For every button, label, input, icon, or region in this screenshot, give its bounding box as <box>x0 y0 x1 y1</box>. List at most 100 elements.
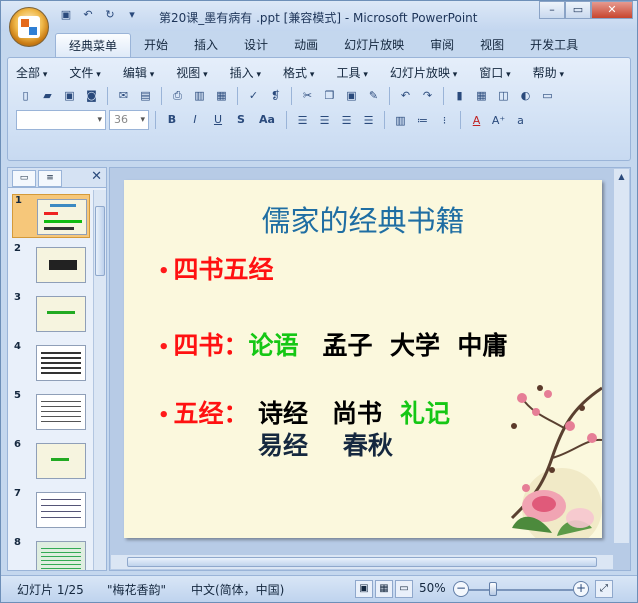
slide-icon[interactable]: ▭ <box>538 86 557 105</box>
font-family-combo[interactable] <box>16 110 106 130</box>
chart-icon[interactable]: ▮ <box>450 86 469 105</box>
open-folder-icon[interactable]: ▰ <box>38 86 57 105</box>
zoom-level[interactable]: 50% <box>419 581 446 595</box>
slide-thumbnail[interactable]: 8 <box>12 537 90 570</box>
align-center-icon[interactable]: ☰ <box>315 111 334 130</box>
slide-thumbnail[interactable]: 6 <box>12 439 90 483</box>
new-file-icon[interactable]: ▯ <box>16 86 35 105</box>
format-painter-icon[interactable]: ✎ <box>364 86 383 105</box>
save-icon[interactable]: ▣ <box>60 86 79 105</box>
menu-window[interactable]: 窗口 <box>479 64 510 81</box>
undo-icon[interactable]: ↶ <box>79 7 97 23</box>
paste-icon[interactable]: ▣ <box>342 86 361 105</box>
zoom-slider-knob[interactable] <box>489 582 497 596</box>
menu-view[interactable]: 视图 <box>176 64 207 81</box>
font-color-icon[interactable]: A <box>467 111 486 130</box>
slide-editor: 儒家的经典书籍 • 四书五经 • 四书：论语 孟子 大学 中庸 • 五经： 诗经 尚书 礼记… <box>109 167 631 571</box>
tab-design[interactable]: 设计 <box>231 33 281 57</box>
slide-thumbnail[interactable]: 3 <box>12 292 90 336</box>
slides-tab[interactable]: ▭ <box>12 170 36 187</box>
align-left-icon[interactable]: ☰ <box>293 111 312 130</box>
print-preview-icon[interactable]: ▥ <box>190 86 209 105</box>
columns-icon[interactable]: ▥ <box>391 111 410 130</box>
tab-home[interactable]: 开始 <box>131 33 181 57</box>
slide-title[interactable]: 儒家的经典书籍 <box>124 198 602 240</box>
slide-horizontal-scrollbar[interactable] <box>111 555 613 569</box>
undo-icon[interactable]: ↶ <box>396 86 415 105</box>
normal-view-button[interactable]: ▣ <box>355 580 373 598</box>
slide-number: 7 <box>14 488 21 499</box>
zoom-slider-track[interactable] <box>469 589 573 591</box>
scrollbar-thumb[interactable] <box>95 206 105 276</box>
bullet-line-3[interactable]: • 五经： <box>158 394 249 430</box>
cut-icon[interactable]: ✂ <box>298 86 317 105</box>
slide-thumbnail[interactable]: 7 <box>12 488 90 532</box>
justify-icon[interactable]: ☰ <box>359 111 378 130</box>
research-icon[interactable]: ▦ <box>212 86 231 105</box>
fit-to-window-icon[interactable]: ⤢ <box>595 580 613 598</box>
zoom-in-icon[interactable]: + <box>573 581 589 597</box>
restore-button[interactable]: ▭ <box>565 1 591 19</box>
bullet-line-1[interactable]: • 四书五经 <box>158 250 274 286</box>
slide-vertical-scrollbar[interactable]: ▲ <box>614 169 629 543</box>
italic-button[interactable]: I <box>185 111 205 129</box>
save-icon[interactable]: ▣ <box>57 7 75 23</box>
menu-edit[interactable]: 编辑 <box>123 64 154 81</box>
menu-slideshow[interactable]: 幻灯片放映 <box>390 64 457 81</box>
redo-icon[interactable]: ↷ <box>418 86 437 105</box>
tab-classic-menu[interactable]: 经典菜单 <box>55 33 132 57</box>
minimize-button[interactable]: – <box>539 1 565 19</box>
slide-thumbnail[interactable]: 5 <box>12 390 90 434</box>
menu-format[interactable]: 格式 <box>283 64 314 81</box>
menu-insert[interactable]: 插入 <box>230 64 261 81</box>
menu-help[interactable]: 帮助 <box>533 64 564 81</box>
table-icon[interactable]: ▦ <box>472 86 491 105</box>
menu-tools[interactable]: 工具 <box>336 64 367 81</box>
office-button[interactable] <box>9 7 49 47</box>
bold-button[interactable]: B <box>162 111 182 129</box>
color-grayscale-icon[interactable]: ◐ <box>516 86 535 105</box>
slideshow-button[interactable]: ▭ <box>395 580 413 598</box>
bullets-icon[interactable]: ⁝ <box>435 111 454 130</box>
slides-pane-scrollbar[interactable] <box>93 190 106 570</box>
underline-button[interactable]: U <box>208 111 228 129</box>
align-right-icon[interactable]: ☰ <box>337 111 356 130</box>
zoom-out-icon[interactable]: − <box>453 581 469 597</box>
slide-thumbnail[interactable]: 4 <box>12 341 90 385</box>
tab-animation[interactable]: 动画 <box>281 33 331 57</box>
slide-sorter-button[interactable]: ▦ <box>375 580 393 598</box>
tab-slideshow[interactable]: 幻灯片放映 <box>331 33 417 57</box>
shrink-font-icon[interactable]: a <box>511 111 530 130</box>
current-slide[interactable]: 儒家的经典书籍 • 四书五经 • 四书：论语 孟子 大学 中庸 • 五经： 诗经 尚书 礼记… <box>124 180 602 538</box>
outline-tab[interactable]: ≡ <box>38 170 62 187</box>
tab-view[interactable]: 视图 <box>467 33 517 57</box>
shadow-button[interactable]: S <box>231 111 251 129</box>
thesaurus-icon[interactable]: ❡ <box>266 86 285 105</box>
copy-icon[interactable]: ❐ <box>320 86 339 105</box>
print-icon[interactable]: ⎙ <box>168 86 187 105</box>
scroll-up-arrow-icon[interactable]: ▲ <box>615 170 628 183</box>
numbering-icon[interactable]: ≔ <box>413 111 432 130</box>
publish-icon[interactable]: ▤ <box>136 86 155 105</box>
email-icon[interactable]: ✉ <box>114 86 133 105</box>
tab-review[interactable]: 审阅 <box>417 33 467 57</box>
permission-icon[interactable]: ◙ <box>82 86 101 105</box>
font-size-combo[interactable]: 36 <box>109 110 149 130</box>
scrollbar-thumb[interactable] <box>127 557 597 567</box>
language-indicator[interactable]: 中文(简体，中国) <box>191 581 284 598</box>
menu-file[interactable]: 文件 <box>69 64 100 81</box>
customize-icon[interactable]: ▾ <box>123 7 141 23</box>
redo-icon[interactable]: ↻ <box>101 7 119 23</box>
menu-all[interactable]: 全部 <box>16 64 47 81</box>
tab-insert[interactable]: 插入 <box>181 33 231 57</box>
slide-thumbnail[interactable]: 2 <box>12 243 90 287</box>
spelling-icon[interactable]: ✓ <box>244 86 263 105</box>
change-case-button[interactable]: Aa <box>254 111 280 129</box>
tab-developer[interactable]: 开发工具 <box>517 33 591 57</box>
tables-borders-icon[interactable]: ◫ <box>494 86 513 105</box>
slide-thumbnail[interactable]: 1 <box>12 194 90 238</box>
close-button[interactable]: ✕ <box>591 1 633 19</box>
bullet-line-2[interactable]: • 四书：论语 孟子 大学 中庸 <box>158 326 507 362</box>
grow-font-icon[interactable]: A⁺ <box>489 111 508 130</box>
pane-close-icon[interactable]: ✕ <box>91 169 102 184</box>
